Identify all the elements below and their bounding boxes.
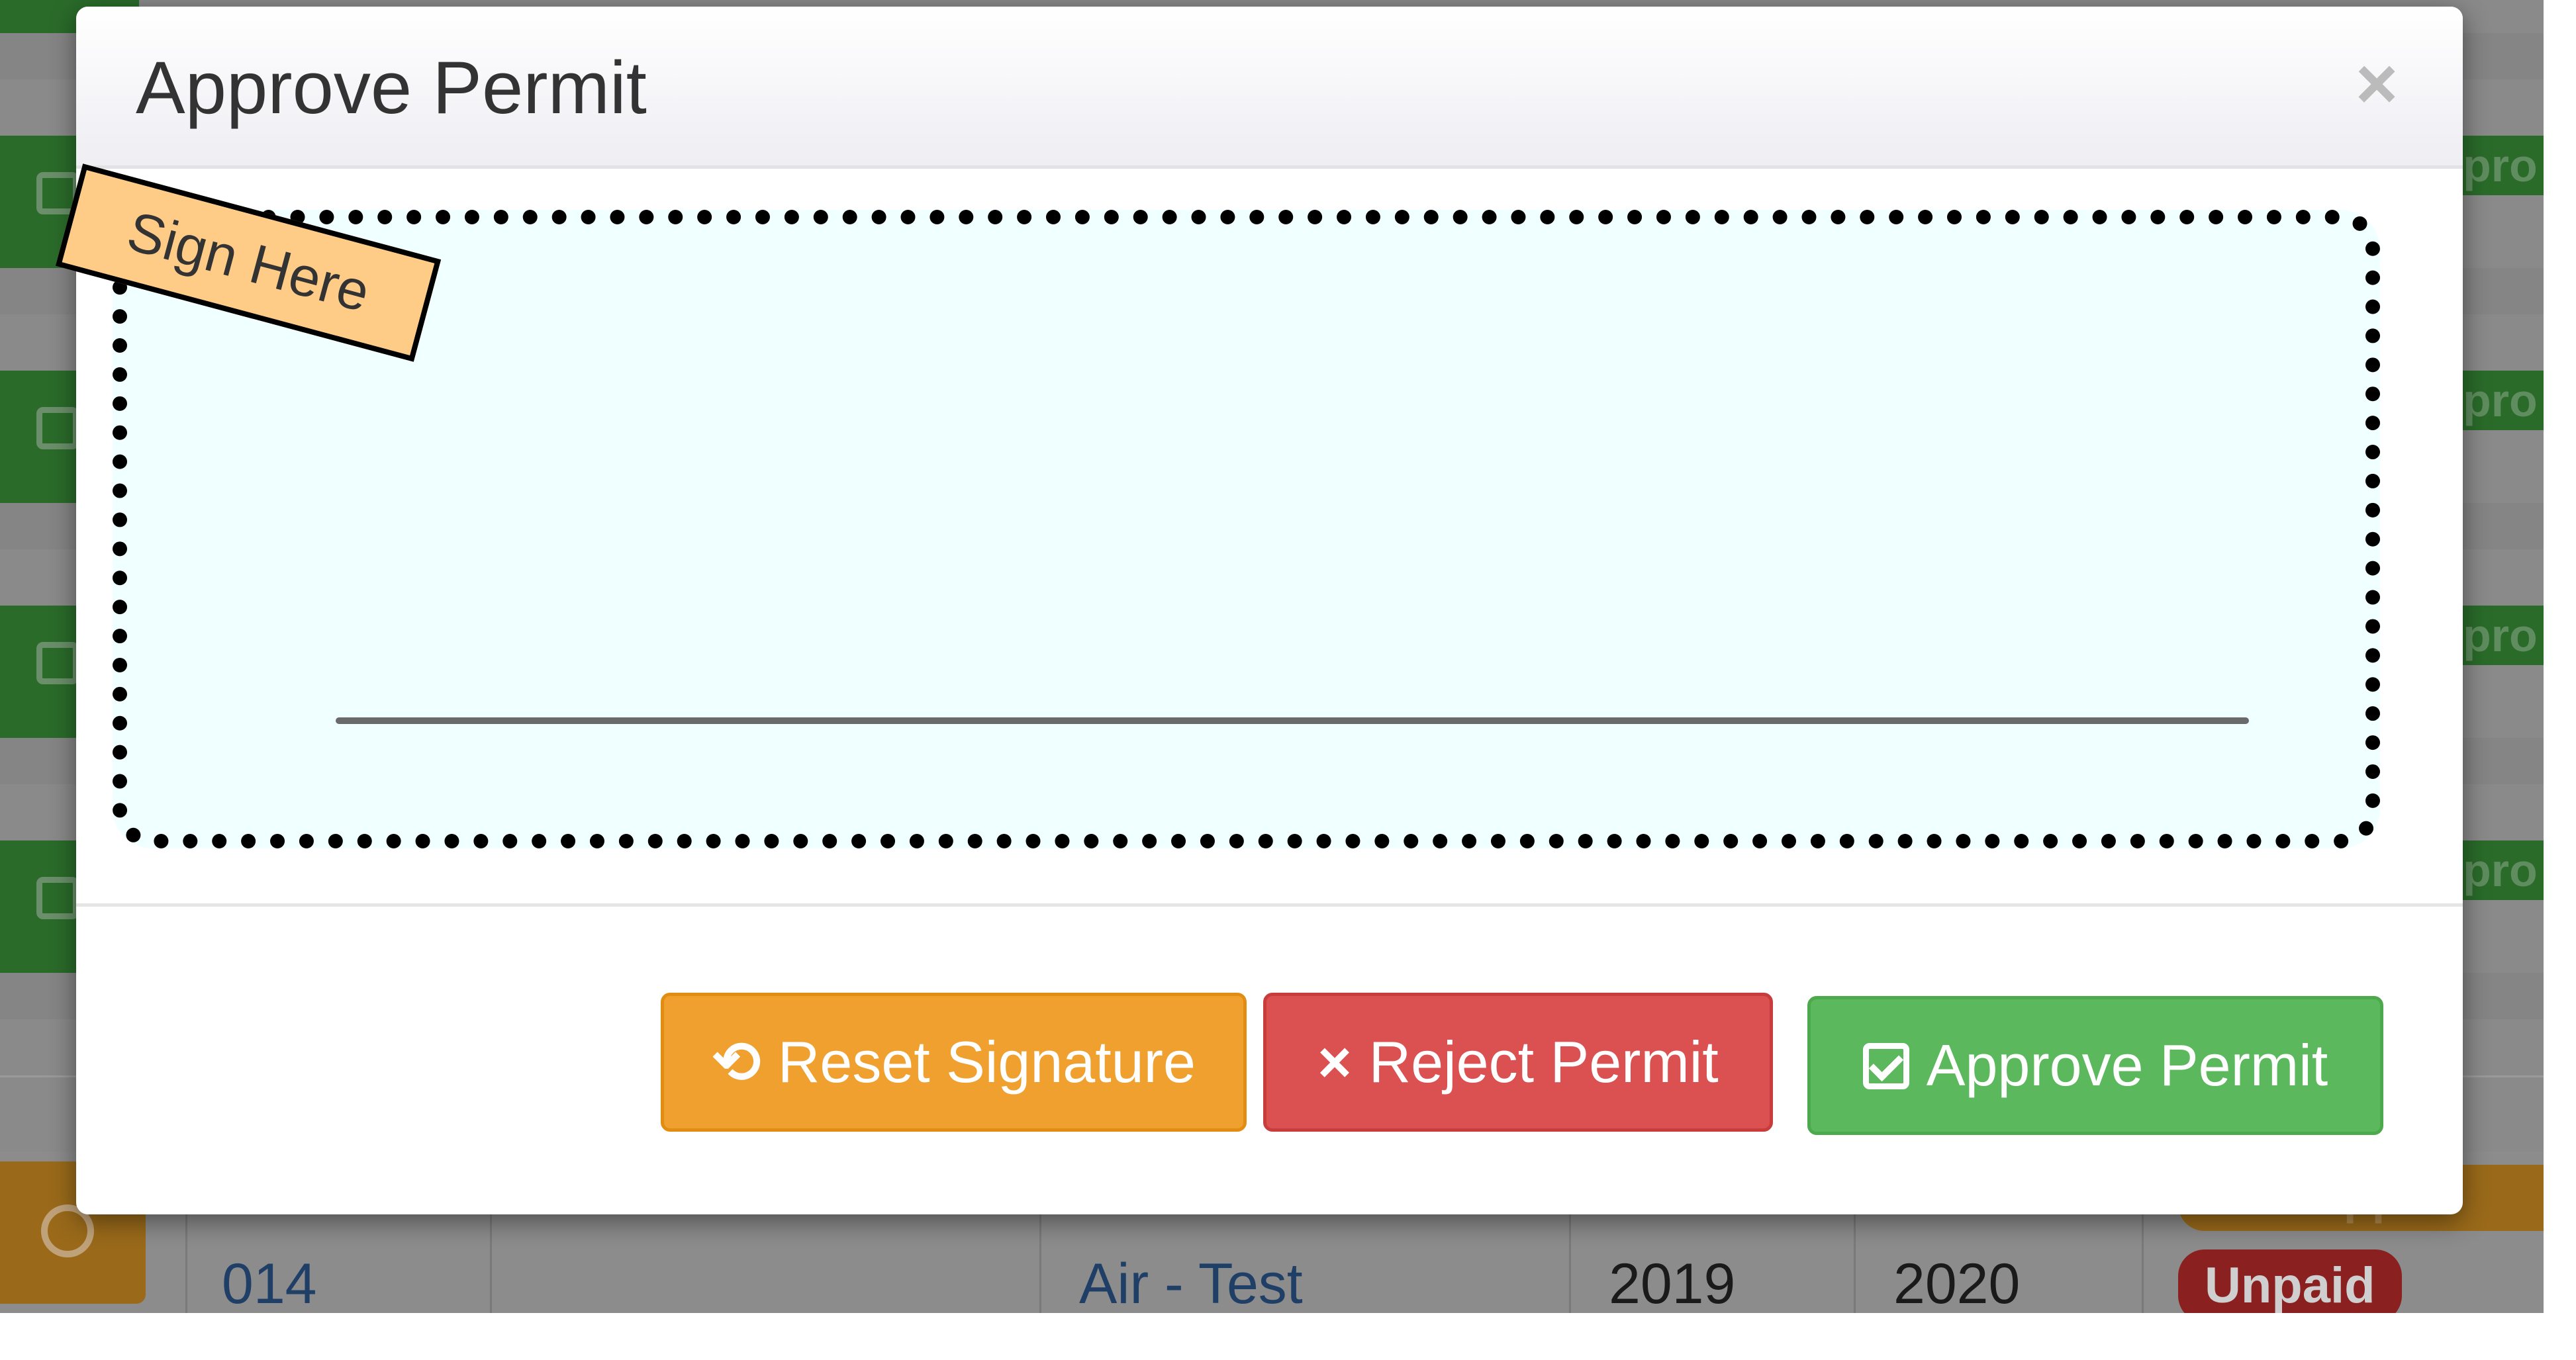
modal-footer: ⟲ Reset Signature × Reject Permit Approve … [76, 903, 2463, 1214]
approve-permit-modal: Approve Permit × Sign Here ⟲ Reset Signat… [55, 7, 2463, 1214]
start-year-cell: 2019 [1609, 1252, 1736, 1313]
edit-icon [36, 877, 79, 919]
modal-body: Sign Here [55, 163, 2463, 903]
signature-pad[interactable] [113, 210, 2380, 848]
reject-permit-label: Reject Permit [1368, 1029, 1719, 1095]
close-icon[interactable]: × [2340, 48, 2413, 120]
permit-id-link[interactable]: 014 [222, 1251, 317, 1313]
permit-type-link[interactable]: Air - Test [1079, 1251, 1303, 1313]
modal-header: Approve Permit × [76, 7, 2463, 169]
edit-icon [36, 407, 79, 449]
status-badge-text: pro [2463, 610, 2538, 661]
status-badge-text: pro [2463, 375, 2538, 426]
reset-signature-label: Reset Signature [777, 1029, 1196, 1095]
status-badge-text: pro [2463, 140, 2538, 191]
approve-permit-button[interactable]: Approve Permit [1807, 996, 2383, 1135]
reject-permit-button[interactable]: × Reject Permit [1263, 993, 1773, 1132]
payment-status-badge: Unpaid [2178, 1249, 2402, 1313]
status-badge-text: pro [2463, 844, 2538, 896]
approve-permit-label: Approve Permit [1926, 1032, 2328, 1098]
signature-baseline [336, 717, 2249, 724]
edit-icon [36, 642, 79, 684]
modal-title: Approve Permit [136, 46, 647, 129]
reset-signature-button[interactable]: ⟲ Reset Signature [661, 993, 1247, 1132]
undo-icon: ⟲ [712, 1029, 761, 1095]
end-year-cell: 2020 [1893, 1252, 2021, 1313]
times-icon: × [1317, 1029, 1352, 1095]
check-square-icon [1862, 1043, 1909, 1089]
